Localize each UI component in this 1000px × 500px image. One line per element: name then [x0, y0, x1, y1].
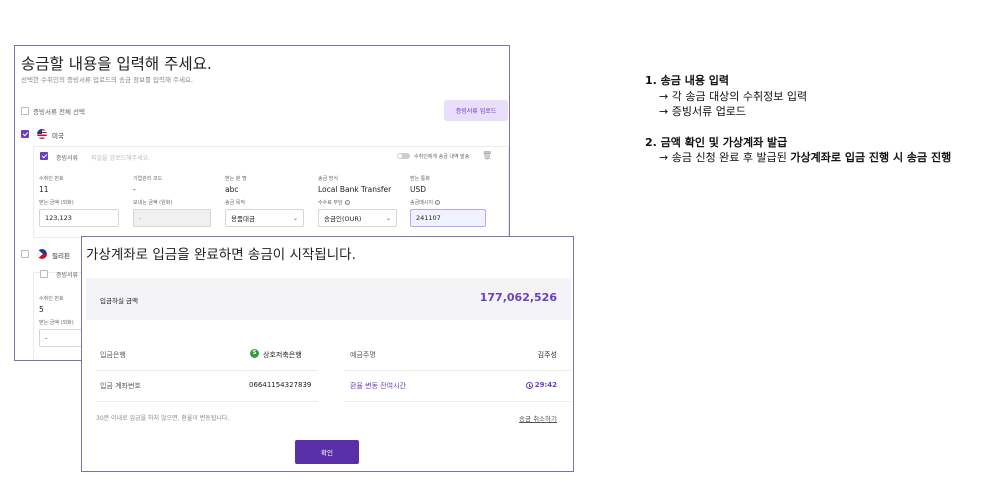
field-label: 기업관리 코드 [133, 176, 163, 182]
country-us-label: 미국 [52, 132, 64, 140]
confirm-button[interactable]: 확인 [295, 440, 359, 464]
select-all-label: 증빙서류 전체 선택 [33, 108, 85, 116]
holder-name: 김주성 [537, 351, 557, 359]
modal-title: 가상계좌로 입금을 완료하면 송금이 시작됩니다. [86, 247, 356, 263]
virtual-account-modal: 가상계좌로 입금을 완료하면 송금이 시작됩니다. 입금하실 금액 177,06… [81, 236, 574, 472]
input-label: 보내는 금액 (원화) [133, 200, 173, 206]
time-left: 29:42 [525, 381, 557, 389]
rate-timer-label: 환율 변동 잔여시간 [350, 382, 406, 390]
doc-label: 증빙서류 [56, 272, 79, 279]
doc-checkbox-ph[interactable] [40, 270, 48, 278]
input-label: 송금메시지 i [410, 200, 441, 206]
info-icon: i [344, 200, 350, 205]
country-us-checkbox[interactable] [21, 130, 29, 138]
field-label: 받는 분 명 [225, 176, 247, 182]
field-label: 받는 통화 [410, 176, 430, 182]
field-value: abc [225, 185, 239, 194]
field-value: - [133, 185, 136, 194]
cancel-remittance-link[interactable]: 송금 취소하기 [519, 413, 557, 423]
holder-label: 예금주명 [350, 351, 376, 359]
chevron-down-icon: ⌄ [385, 215, 391, 222]
field-label: 송금 방식 [318, 176, 338, 182]
divider [344, 370, 571, 371]
info-icon: i [435, 200, 441, 205]
amount-value: 177,062,526 [479, 291, 557, 304]
send-notice-toggle[interactable] [397, 153, 410, 159]
receive-amount-input[interactable]: 123,123 [39, 209, 119, 227]
select-all-checkbox[interactable] [21, 107, 29, 115]
divider [96, 401, 318, 402]
field-label: 수취인 번호 [39, 296, 64, 302]
amount-box: 입금하실 금액 177,062,526 [86, 278, 571, 320]
upload-docs-button[interactable]: 증빙서류 업로드 [444, 100, 508, 121]
input-label: 받는 금액 (외화) [39, 200, 74, 206]
send-amount-input: - [133, 209, 211, 227]
send-notice-label: 수취인에게 송금 내역 발송 [414, 154, 470, 160]
purpose-select-value: 용품대금 [231, 215, 255, 223]
step2-title: 2. 금액 확인 및 가상계좌 발급 [645, 135, 788, 149]
country-ph-label: 필리핀 [52, 252, 70, 260]
field-value: Local Bank Transfer [318, 185, 392, 194]
form-title: 송금할 내용을 입력해 주세요. [21, 55, 212, 73]
bank-label: 입금은행 [100, 351, 126, 359]
field-value: 5 [39, 305, 44, 314]
divider [96, 370, 318, 371]
step2-emphasis: 가상계좌로 입금 진행 시 송금 진행 [790, 151, 952, 164]
field-value: 11 [39, 185, 49, 194]
ph-flag-icon [37, 249, 47, 259]
step1-item: → 증빙서류 업로드 [659, 105, 747, 118]
clock-icon [525, 381, 533, 389]
fee-select-value: 송금인(OUR) [324, 215, 362, 223]
step1-title: 1. 송금 내용 입력 [645, 74, 730, 87]
trash-icon[interactable]: 🗑 [482, 151, 492, 160]
amount-label: 입금하실 금액 [100, 297, 138, 305]
field-value: USD [410, 185, 427, 194]
purpose-select[interactable]: 용품대금 ⌄ [225, 209, 304, 227]
bank-logo-icon: S [250, 349, 259, 358]
input-label: 수수료 부담 i [318, 200, 350, 206]
form-subtitle: 선택한 수취인의 증빙서류 업로드의 송금 정보를 입력해 주세요. [21, 76, 194, 84]
recipient-card-us: 증빙서류 파일을 업로드해주세요. 수취인에게 송금 내역 발송 🗑 수취인 번… [33, 146, 509, 238]
country-ph-checkbox[interactable] [21, 250, 29, 258]
doc-placeholder[interactable]: 파일을 업로드해주세요. [91, 153, 150, 162]
process-notes: 1. 송금 내용 입력 → 각 송금 대상의 수취정보 입력 → 증빙서류 업로… [645, 73, 951, 166]
input-label: 송금 목적 [225, 200, 245, 206]
step2-item: → 송금 신청 완료 후 발급된 가상계좌로 입금 진행 시 송금 진행 [645, 150, 951, 166]
notice-text: 30분 이내로 입금을 하지 않으면, 환율이 변동됩니다. [96, 415, 230, 422]
doc-label: 증빙서류 [56, 155, 79, 162]
field-label: 수취인 번호 [39, 176, 64, 182]
step1-item: → 각 송금 대상의 수취정보 입력 [659, 89, 808, 103]
divider [344, 401, 571, 402]
bank-name: 상호저축은행 [263, 351, 302, 359]
field-label: 받는 금액 (외화) [39, 320, 74, 326]
doc-checkbox-us[interactable] [40, 152, 48, 160]
chevron-down-icon: ⌄ [292, 215, 298, 222]
us-flag-icon [37, 129, 47, 139]
account-label: 입금 계좌번호 [100, 382, 141, 390]
message-input[interactable]: 241107 [410, 209, 486, 227]
account-number[interactable]: 06641154327839 [249, 381, 311, 389]
fee-select[interactable]: 송금인(OUR) ⌄ [318, 209, 397, 227]
step2-text: → 송금 신청 완료 후 발급된 [659, 151, 791, 164]
